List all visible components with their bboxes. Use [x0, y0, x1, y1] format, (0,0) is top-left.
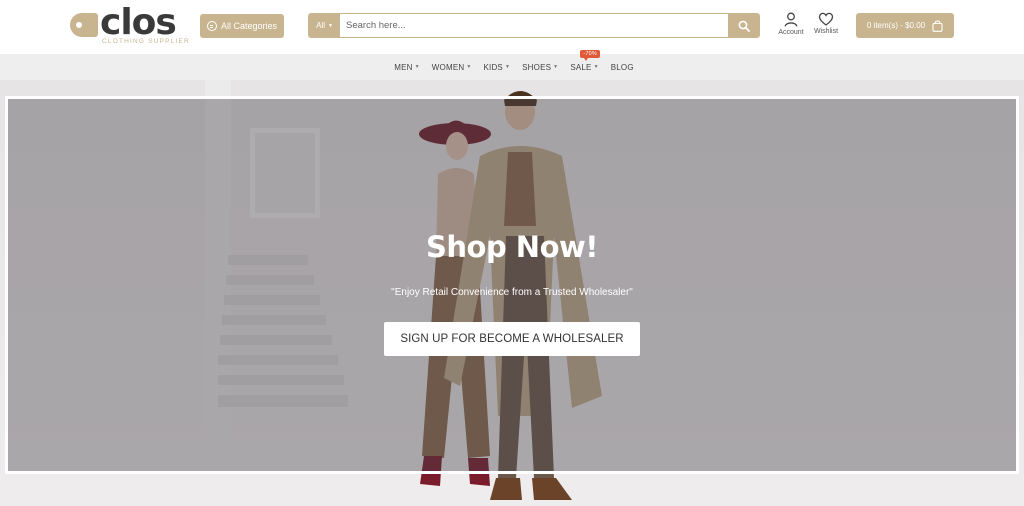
cart-summary: 0 item(s) - $0.00: [866, 21, 926, 30]
nav-item-label: SHOES: [522, 62, 552, 72]
chevron-down-icon: ▼: [327, 22, 333, 29]
nav-item-men[interactable]: MEN ▼: [394, 63, 420, 72]
hero-title: Shop Now!: [425, 230, 599, 264]
sale-badge: -70%: [580, 49, 600, 61]
logo[interactable]: clos CLOTHING SUPPLIER: [70, 2, 189, 48]
heart-icon: [818, 12, 834, 26]
wishlist-label: Wishlist: [813, 28, 839, 35]
tag-icon: [70, 13, 98, 37]
chevron-down-icon: ▼: [504, 64, 511, 70]
main-navigation: MEN ▼ WOMEN ▼ KIDS ▼ SHOES ▼ -70% SALE ▼ BLOG: [0, 49, 1024, 80]
nav-item-label: MEN: [394, 62, 413, 72]
chevron-down-icon: ▼: [553, 64, 559, 70]
chevron-down-icon: ▼: [593, 64, 599, 70]
wholesaler-signup-button[interactable]: SIGN UP FOR BECOME A WHOLESALER: [384, 322, 640, 356]
account-link[interactable]: Account: [773, 12, 809, 36]
hero-banner: Shop Now! "Enjoy Retail Convenience from…: [0, 80, 1024, 506]
account-label: Account: [778, 29, 804, 36]
all-categories-label: All Categories: [220, 21, 278, 31]
nav-item-shoes[interactable]: SHOES ▼: [522, 63, 558, 72]
nav-item-label: SALE: [570, 62, 592, 72]
shopping-bag-icon: [932, 20, 943, 32]
hero-subtitle: "Enjoy Retail Convenience from a Trusted…: [391, 287, 633, 298]
logo-tagline: CLOTHING SUPPLIER: [102, 38, 190, 45]
nav-item-label: BLOG: [610, 62, 634, 72]
chevron-down-icon: ▼: [414, 64, 420, 70]
user-icon: [784, 12, 798, 27]
search-icon: [738, 20, 750, 32]
site-header: clos CLOTHING SUPPLIER All Categories Al…: [0, 0, 1024, 54]
cart-button[interactable]: 0 item(s) - $0.00: [856, 13, 954, 38]
search-input[interactable]: [346, 14, 726, 37]
nav-item-label: WOMEN: [431, 62, 465, 72]
wishlist-link[interactable]: Wishlist: [808, 12, 844, 35]
search-button[interactable]: [728, 14, 759, 37]
list-circle-icon: [206, 21, 217, 31]
search-bar: All ▼: [308, 13, 760, 38]
logo-wordmark: clos: [100, 2, 177, 43]
chevron-down-icon: ▼: [466, 64, 472, 70]
search-scope-select[interactable]: All ▼: [309, 14, 340, 37]
nav-item-label: KIDS: [483, 62, 503, 72]
nav-item-women[interactable]: WOMEN ▼: [432, 63, 472, 72]
nav-item-blog[interactable]: BLOG: [611, 63, 634, 72]
all-categories-button[interactable]: All Categories: [200, 14, 284, 38]
hero-overlay-frame: [5, 96, 1019, 474]
nav-item-sale[interactable]: -70% SALE ▼: [570, 49, 600, 72]
search-scope-label: All: [316, 21, 325, 30]
nav-item-kids[interactable]: KIDS ▼: [484, 63, 511, 72]
